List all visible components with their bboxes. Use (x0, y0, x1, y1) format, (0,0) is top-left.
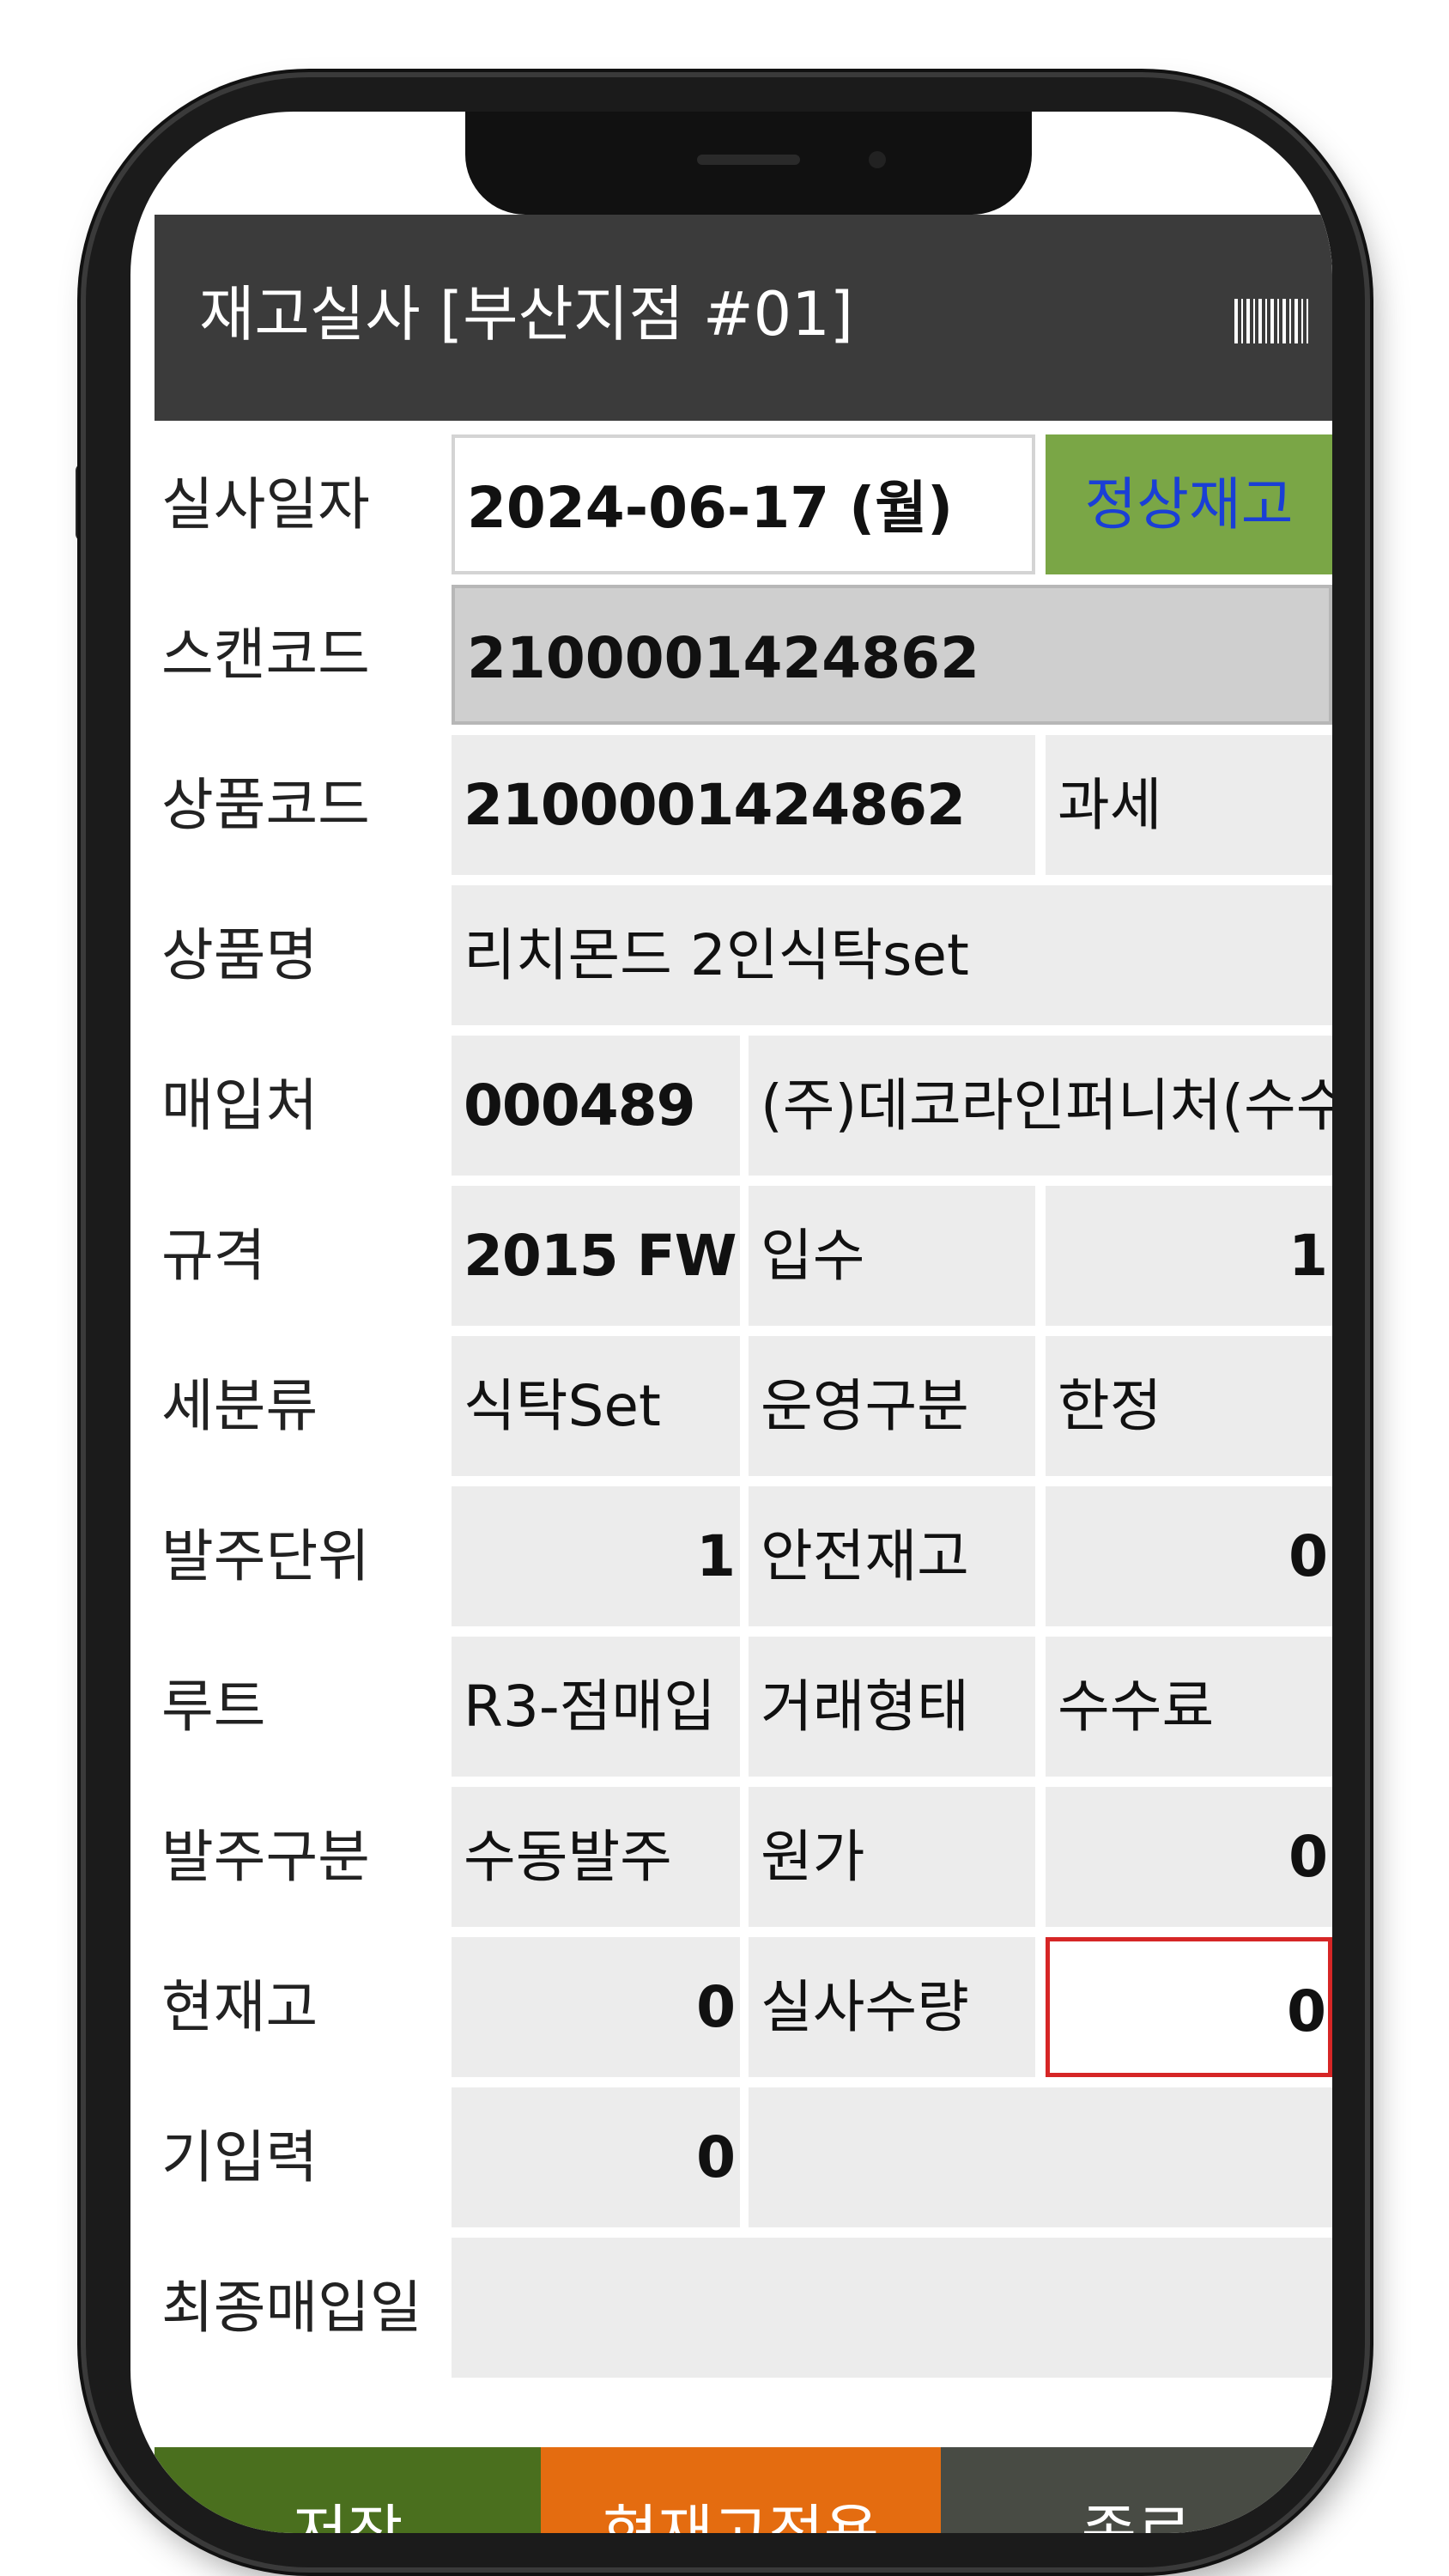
last-purchase-value (452, 2238, 1332, 2378)
audit-date-field[interactable]: 2024-06-17 (월) (452, 434, 1035, 574)
row-order-type: 발주구분 수동발주 원가 0 (155, 1782, 1332, 1932)
scan-code-input[interactable]: 2100001424862 (452, 585, 1332, 725)
supplier-name-value: (주)데코라인퍼니처(수수 (749, 1036, 1332, 1176)
safety-stock-label: 안전재고 (749, 1486, 1035, 1626)
spec-label: 규격 (161, 1223, 266, 1289)
row-scan-code: 스캔코드 2100001424862 (155, 580, 1332, 730)
row-audit-date: 실사일자 2024-06-17 (월) 정상재고 (155, 429, 1332, 580)
cost-label: 원가 (749, 1787, 1035, 1927)
phone-screen: 재고실사 [부산지점 #01] 실사일자 2024-06-17 (월) 정상재고… (130, 112, 1332, 2533)
row-route: 루트 R3-점매입 거래형태 수수료 (155, 1631, 1332, 1782)
page-title: 재고실사 [부산지점 #01] (199, 279, 854, 349)
pack-qty-label: 입수 (749, 1186, 1035, 1326)
row-order-unit: 발주단위 1 안전재고 0 (155, 1481, 1332, 1631)
row-supplier: 매입처 000489 (주)데코라인퍼니처(수수 (155, 1030, 1332, 1181)
spec-value: 2015 FW (452, 1186, 740, 1326)
route-value: R3-점매입 (452, 1637, 740, 1777)
supplier-code-value: 000489 (452, 1036, 740, 1176)
tax-type-value: 과세 (1046, 735, 1332, 875)
row-subcategory: 세분류 식탁Set 운영구분 한정 (155, 1331, 1332, 1481)
route-label: 루트 (161, 1674, 266, 1740)
row-pre-entered: 기입력 0 (155, 2082, 1332, 2233)
app-screen: 재고실사 [부산지점 #01] 실사일자 2024-06-17 (월) 정상재고… (155, 215, 1332, 2533)
pre-entered-label: 기입력 (161, 2124, 318, 2190)
speaker-grille (697, 155, 800, 165)
audit-qty-input[interactable]: 0 (1046, 1937, 1332, 2077)
cost-value: 0 (1046, 1787, 1332, 1927)
trade-type-value: 수수료 (1046, 1637, 1332, 1777)
row-spec: 규격 2015 FW 입수 1 (155, 1181, 1332, 1331)
row-product-code: 상품코드 2100001424862 과세 (155, 730, 1332, 880)
audit-qty-label: 실사수량 (749, 1937, 1035, 2077)
audit-date-label: 실사일자 (161, 471, 370, 538)
operation-type-value: 한정 (1046, 1336, 1332, 1476)
row-current-stock: 현재고 0 실사수량 0 (155, 1932, 1332, 2082)
order-unit-label: 발주단위 (161, 1523, 370, 1589)
subcategory-label: 세분류 (161, 1373, 318, 1439)
row-product-name: 상품명 리치몬드 2인식탁set (155, 880, 1332, 1030)
order-type-label: 발주구분 (161, 1824, 370, 1890)
order-type-value: 수동발주 (452, 1787, 740, 1927)
product-code-value: 2100001424862 (452, 735, 1035, 875)
supplier-label: 매입처 (161, 1072, 318, 1139)
camera-icon (869, 151, 886, 168)
close-button[interactable]: 종료 (941, 2447, 1332, 2533)
scan-code-label: 스캔코드 (161, 622, 370, 688)
current-stock-label: 현재고 (161, 1974, 318, 2040)
last-purchase-label: 최종매입일 (161, 2275, 422, 2341)
safety-stock-value: 0 (1046, 1486, 1332, 1626)
bottom-action-bar: 저장 현재고적용 종료 (155, 2447, 1332, 2533)
subcategory-value: 식탁Set (452, 1336, 740, 1476)
product-code-label: 상품코드 (161, 772, 370, 838)
current-stock-value: 0 (452, 1937, 740, 2077)
pre-entered-blank (749, 2087, 1332, 2227)
trade-type-label: 거래형태 (749, 1637, 1035, 1777)
apply-current-stock-button[interactable]: 현재고적용 (541, 2447, 941, 2533)
operation-type-label: 운영구분 (749, 1336, 1035, 1476)
pack-qty-value: 1 (1046, 1186, 1332, 1326)
pre-entered-value: 0 (452, 2087, 740, 2227)
product-name-value: 리치몬드 2인식탁set (452, 885, 1332, 1025)
product-name-label: 상품명 (161, 922, 318, 988)
save-button[interactable]: 저장 (155, 2447, 541, 2533)
title-bar: 재고실사 [부산지점 #01] (155, 215, 1332, 421)
barcode-icon[interactable] (1234, 299, 1308, 343)
order-unit-value: 1 (452, 1486, 740, 1626)
stock-status-badge[interactable]: 정상재고 (1046, 434, 1332, 574)
row-last-purchase: 최종매입일 (155, 2233, 1332, 2383)
phone-notch (465, 112, 1032, 215)
